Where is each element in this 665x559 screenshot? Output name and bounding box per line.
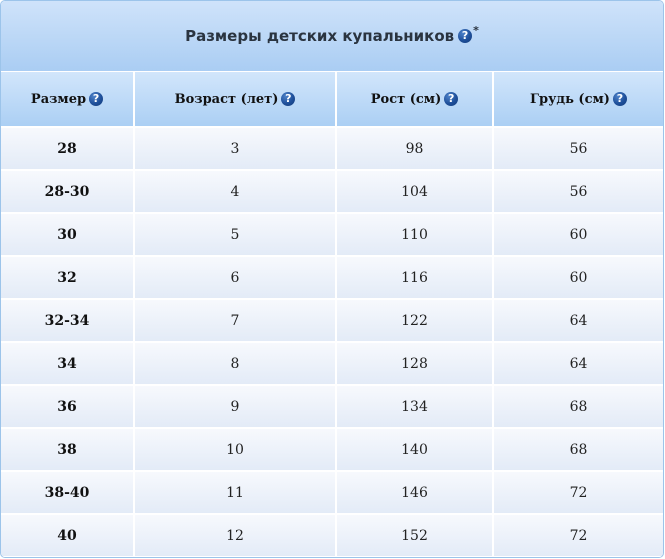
cell-size: 28 [1,128,135,171]
cell-height: 152 [337,515,494,557]
cell-age: 9 [135,386,337,429]
cell-chest: 72 [494,515,663,557]
cell-size: 36 [1,386,135,429]
cell-size: 32 [1,257,135,300]
table-row: 40 12 152 72 [1,515,663,557]
size-table: Размер? Возраст (лет)? Рост (см)? Грудь … [1,72,663,557]
table-row: 36 9 134 68 [1,386,663,429]
table-caption: Размеры детских купальников ? * [1,1,663,72]
cell-age: 7 [135,300,337,343]
cell-age: 6 [135,257,337,300]
cell-age: 12 [135,515,337,557]
cell-age: 8 [135,343,337,386]
size-chart: Размеры детских купальников ? * Размер? … [0,0,664,558]
header-size: Размер? [1,72,135,128]
cell-chest: 56 [494,171,663,214]
cell-size: 40 [1,515,135,557]
cell-height: 122 [337,300,494,343]
cell-height: 128 [337,343,494,386]
cell-chest: 64 [494,300,663,343]
cell-age: 4 [135,171,337,214]
cell-chest: 56 [494,128,663,171]
table-row: 34 8 128 64 [1,343,663,386]
table-row: 38 10 140 68 [1,429,663,472]
header-chest: Грудь (см)? [494,72,663,128]
cell-age: 11 [135,472,337,515]
table-row: 30 5 110 60 [1,214,663,257]
cell-size: 34 [1,343,135,386]
cell-chest: 60 [494,257,663,300]
cell-chest: 68 [494,429,663,472]
cell-chest: 60 [494,214,663,257]
question-circle-icon[interactable]: ? [612,91,627,106]
table-row: 28-30 4 104 56 [1,171,663,214]
cell-height: 134 [337,386,494,429]
question-circle-icon[interactable]: ? [89,91,104,106]
table-row: 32-34 7 122 64 [1,300,663,343]
table-row: 38-40 11 146 72 [1,472,663,515]
table-row: 32 6 116 60 [1,257,663,300]
cell-size: 38-40 [1,472,135,515]
footnote-asterisk: * [473,23,479,37]
cell-height: 116 [337,257,494,300]
cell-height: 98 [337,128,494,171]
cell-age: 10 [135,429,337,472]
cell-chest: 72 [494,472,663,515]
question-circle-icon[interactable]: ? [458,29,473,43]
cell-height: 104 [337,171,494,214]
question-circle-icon[interactable]: ? [444,91,459,106]
table-row: 28 3 98 56 [1,128,663,171]
cell-size: 38 [1,429,135,472]
cell-size: 32-34 [1,300,135,343]
header-row: Размер? Возраст (лет)? Рост (см)? Грудь … [1,72,663,128]
header-age: Возраст (лет)? [135,72,337,128]
cell-age: 3 [135,128,337,171]
cell-age: 5 [135,214,337,257]
cell-height: 146 [337,472,494,515]
table-title: Размеры детских купальников [185,27,455,45]
cell-size: 28-30 [1,171,135,214]
cell-height: 110 [337,214,494,257]
cell-height: 140 [337,429,494,472]
question-circle-icon[interactable]: ? [281,91,296,106]
header-height: Рост (см)? [337,72,494,128]
cell-size: 30 [1,214,135,257]
cell-chest: 64 [494,343,663,386]
cell-chest: 68 [494,386,663,429]
